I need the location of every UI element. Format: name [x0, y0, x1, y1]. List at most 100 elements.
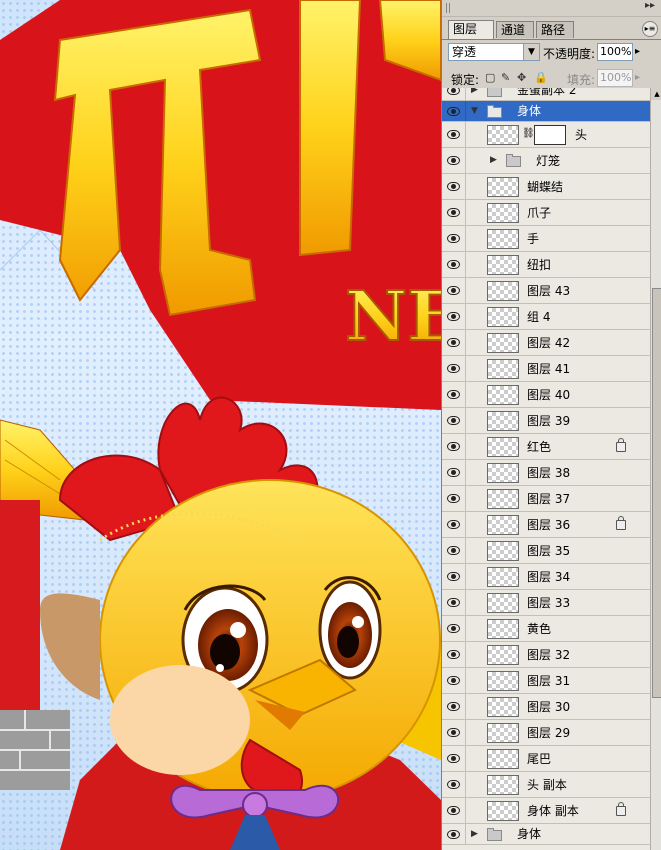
tab-paths[interactable]: 路径: [536, 21, 574, 38]
visibility-toggle[interactable]: [442, 746, 466, 771]
layer-row[interactable]: 图层 35: [442, 538, 650, 564]
visibility-toggle[interactable]: [442, 694, 466, 719]
layer-row[interactable]: 图层 34: [442, 564, 650, 590]
layer-row[interactable]: 黄色: [442, 616, 650, 642]
layer-row[interactable]: 爪子: [442, 200, 650, 226]
visibility-toggle[interactable]: [442, 486, 466, 511]
layer-row[interactable]: 图层 29: [442, 720, 650, 746]
visibility-toggle[interactable]: [442, 668, 466, 693]
layer-group-row[interactable]: ▶ 灯笼: [442, 148, 650, 174]
visibility-toggle[interactable]: [442, 382, 466, 407]
chevron-down-icon[interactable]: ▼: [523, 44, 539, 60]
lock-position-move-icon[interactable]: ✥: [517, 71, 526, 84]
layer-row[interactable]: 图层 37: [442, 486, 650, 512]
layer-row[interactable]: 图层 36: [442, 512, 650, 538]
layer-row[interactable]: 手: [442, 226, 650, 252]
layer-row[interactable]: 图层 33: [442, 590, 650, 616]
blend-mode-select[interactable]: 穿透 ▼: [448, 43, 540, 61]
visibility-toggle[interactable]: [442, 226, 466, 251]
visibility-toggle[interactable]: [442, 434, 466, 459]
visibility-toggle[interactable]: [442, 720, 466, 745]
layer-mask-thumbnail[interactable]: [534, 125, 566, 145]
expand-triangle-down-icon[interactable]: ▼: [471, 106, 478, 116]
visibility-toggle[interactable]: [442, 408, 466, 433]
layer-row[interactable]: 图层 41: [442, 356, 650, 382]
layer-row[interactable]: 图层 40: [442, 382, 650, 408]
layer-group-row[interactable]: ▶ 身体: [442, 824, 650, 845]
visibility-toggle[interactable]: [442, 122, 466, 147]
layer-row[interactable]: 纽扣: [442, 252, 650, 278]
layer-row[interactable]: ⛓ 头: [442, 122, 650, 148]
visibility-toggle[interactable]: [442, 538, 466, 563]
panel-menu-button[interactable]: ▸≡: [642, 21, 658, 37]
tab-channels[interactable]: 通道: [496, 21, 534, 38]
visibility-toggle[interactable]: [442, 304, 466, 329]
layer-row[interactable]: 图层 43: [442, 278, 650, 304]
scroll-up-icon[interactable]: ▲: [651, 88, 661, 100]
document-canvas[interactable]: NE 开: [0, 0, 441, 850]
layer-row[interactable]: 图层 30: [442, 694, 650, 720]
expand-triangle-right-icon[interactable]: ▶: [471, 88, 478, 95]
layer-row[interactable]: 身体 副本: [442, 798, 650, 824]
layer-name: 图层 38: [527, 466, 571, 480]
opacity-slider-arrow-icon[interactable]: ▸: [635, 46, 640, 57]
tab-channels-label: 通道: [501, 23, 526, 37]
eye-icon: [447, 260, 460, 269]
artwork-english-text: NE: [345, 277, 441, 357]
visibility-toggle[interactable]: [442, 200, 466, 225]
lock-transparent-icon[interactable]: ▢: [485, 71, 495, 84]
layer-list-scrollbar[interactable]: ▲: [650, 88, 661, 850]
layer-row[interactable]: 红色: [442, 434, 650, 460]
layer-name: 身体 副本: [527, 804, 579, 818]
folder-icon: [506, 154, 521, 167]
layer-row[interactable]: 图层 32: [442, 642, 650, 668]
lock-label: 锁定:: [451, 73, 480, 87]
panel-titlebar[interactable]: ▸▸: [442, 0, 661, 17]
layer-thumbnail: [487, 697, 519, 717]
scrollbar-thumb[interactable]: [652, 288, 661, 698]
visibility-toggle[interactable]: [442, 460, 466, 485]
visibility-toggle[interactable]: [442, 798, 466, 823]
visibility-toggle[interactable]: [442, 772, 466, 797]
visibility-toggle[interactable]: [442, 616, 466, 641]
drag-grip-icon[interactable]: [446, 3, 452, 13]
visibility-toggle[interactable]: [442, 101, 466, 121]
layer-row[interactable]: 图层 31: [442, 668, 650, 694]
expand-triangle-right-icon[interactable]: ▶: [490, 155, 497, 165]
expand-triangle-right-icon[interactable]: ▶: [471, 829, 478, 839]
layer-row[interactable]: 组 4: [442, 304, 650, 330]
opacity-input[interactable]: 100%: [597, 43, 633, 61]
visibility-toggle[interactable]: [442, 590, 466, 615]
layer-group-row[interactable]: ▼ 身体: [442, 101, 650, 122]
visibility-toggle[interactable]: [442, 564, 466, 589]
visibility-toggle[interactable]: [442, 642, 466, 667]
layer-group-row[interactable]: ▶ 金蛋副本 2: [442, 88, 650, 101]
layer-row[interactable]: 图层 38: [442, 460, 650, 486]
visibility-toggle[interactable]: [442, 148, 466, 173]
visibility-toggle[interactable]: [442, 174, 466, 199]
visibility-toggle[interactable]: [442, 512, 466, 537]
layer-list[interactable]: ▶ 金蛋副本 2 ▼ 身体 ⛓ 头 ▶ 灯笼 蝴蝶结 爪子手纽扣 图层 43 组 4 图层 42 图层 4…: [442, 88, 650, 850]
fill-input[interactable]: 100%: [597, 69, 633, 87]
layer-row[interactable]: 图层 42: [442, 330, 650, 356]
visibility-toggle[interactable]: [442, 278, 466, 303]
eye-icon: [447, 494, 460, 503]
lock-icon: [616, 516, 626, 530]
visibility-toggle[interactable]: [442, 824, 466, 844]
visibility-toggle[interactable]: [442, 88, 466, 100]
layer-row[interactable]: 尾巴: [442, 746, 650, 772]
visibility-toggle[interactable]: [442, 252, 466, 277]
layer-row[interactable]: 图层 39: [442, 408, 650, 434]
mask-link-icon[interactable]: ⛓: [522, 128, 535, 139]
layer-name: 身体: [517, 104, 542, 118]
visibility-toggle[interactable]: [442, 330, 466, 355]
lock-all-icon[interactable]: 🔒: [534, 71, 548, 84]
tab-layers[interactable]: 图层×: [448, 20, 494, 53]
visibility-toggle[interactable]: [442, 356, 466, 381]
collapse-arrows-icon[interactable]: ▸▸: [645, 0, 655, 11]
fill-slider-arrow-icon[interactable]: ▸: [635, 72, 640, 83]
layer-row[interactable]: 蝴蝶结: [442, 174, 650, 200]
lock-image-brush-icon[interactable]: ✎: [501, 71, 510, 84]
eye-icon: [447, 416, 460, 425]
layer-row[interactable]: 头 副本: [442, 772, 650, 798]
